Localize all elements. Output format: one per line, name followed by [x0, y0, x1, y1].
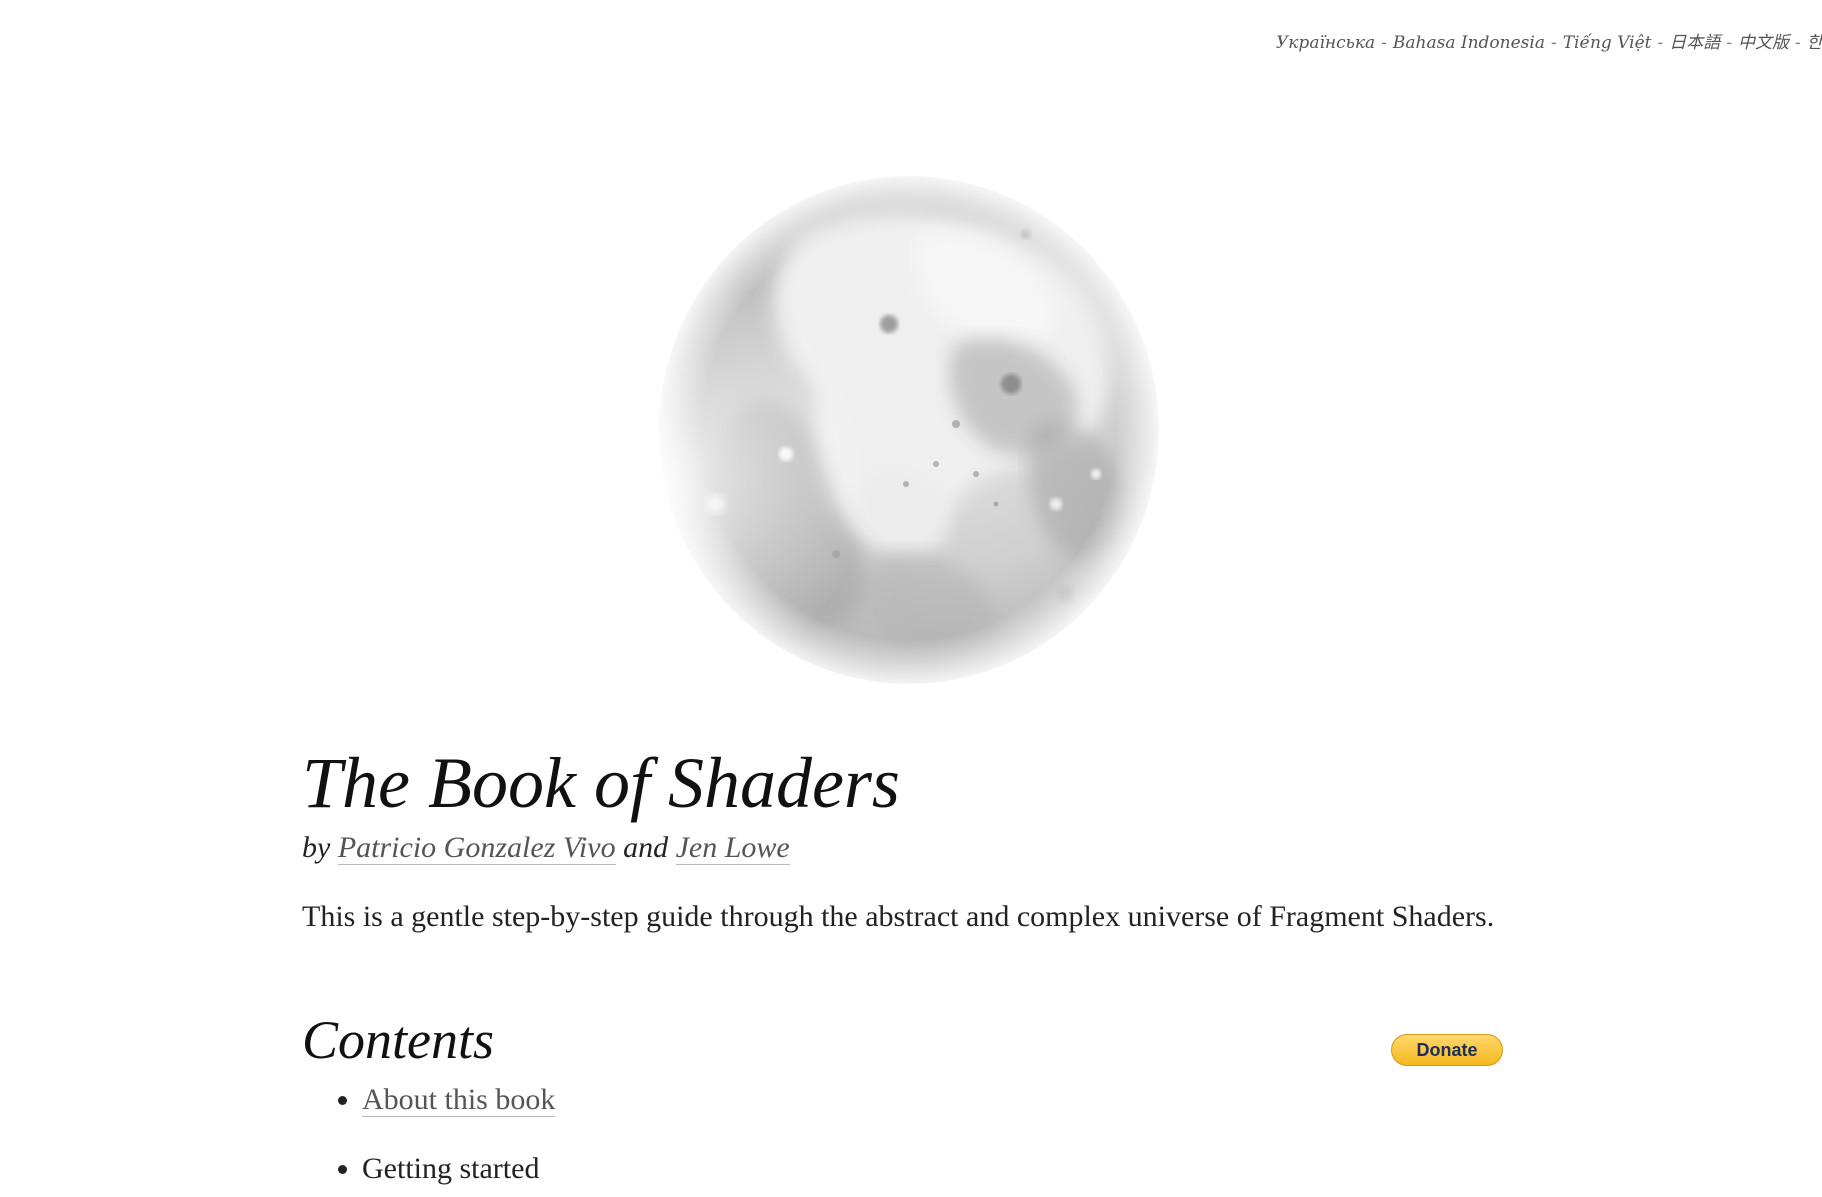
author-link-jen[interactable]: Jen Lowe: [675, 831, 790, 865]
contents-title: Contents: [302, 1010, 495, 1070]
toc-item-getting-started: Getting started: [362, 1152, 540, 1185]
language-bar: Українська - Bahasa Indonesia - Tiếng Việt - 日…: [1276, 28, 1822, 58]
byline-and: and: [623, 831, 669, 864]
byline: by Patricio Gonzalez Vivo and Jen Lowe: [302, 828, 1502, 868]
language-link-vietnamese[interactable]: Tiếng Việt: [1563, 33, 1652, 53]
intro-text: This is a gentle step-by-step guide thro…: [302, 900, 1495, 933]
language-link-chinese[interactable]: 中文版: [1738, 33, 1789, 53]
donate-button[interactable]: Donate: [1391, 1034, 1503, 1066]
toc-link-about[interactable]: About this book: [362, 1083, 556, 1117]
language-separator: -: [1381, 33, 1387, 53]
list-item: About this book: [362, 1080, 1502, 1120]
byline-prefix: by: [302, 831, 331, 864]
moon-image: [656, 174, 1162, 686]
moon-illustration: [657, 174, 1161, 686]
book-title: The Book of Shaders: [302, 743, 900, 823]
language-separator: -: [1550, 33, 1557, 53]
main-content: The Book of Shaders by Patricio Gonzalez…: [302, 738, 1503, 1197]
language-link-indonesian[interactable]: Bahasa Indonesia: [1393, 33, 1545, 53]
language-separator: -: [1726, 33, 1732, 53]
contents-list: About this book Getting started: [302, 1080, 1502, 1189]
list-item: Getting started: [362, 1149, 1502, 1189]
author-link-patricio[interactable]: Patricio Gonzalez Vivo: [337, 831, 616, 865]
contents-section: Contents Donate About this book Getting …: [302, 1008, 1503, 1189]
language-link-korean[interactable]: 한국어: [1807, 33, 1822, 53]
language-link-ukrainian[interactable]: Українська: [1276, 33, 1375, 53]
language-link-japanese[interactable]: 日本語: [1669, 33, 1720, 53]
language-separator: -: [1657, 33, 1664, 53]
language-separator: -: [1795, 33, 1801, 53]
